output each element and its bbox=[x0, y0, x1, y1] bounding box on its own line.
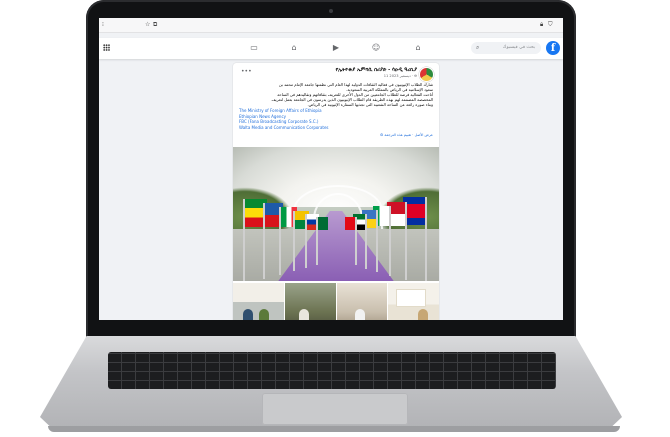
tagged-pages: The Ministry of Foreign Affairs of Ethio… bbox=[239, 108, 329, 130]
search-icon: ⌕ bbox=[476, 44, 480, 51]
see-original-link[interactable]: عرض الأصل · تقييم هذه الترجمة ⚙ bbox=[380, 133, 433, 137]
post-body: شارك الطلاب الإثيوبيون في فعالية الثقافا… bbox=[239, 82, 433, 107]
globe-icon: 🌐︎ bbox=[414, 74, 417, 78]
post-date-text: 11 ديسمبر 2023 · bbox=[383, 74, 415, 78]
keyboard bbox=[108, 352, 556, 389]
home-icon[interactable]: ⌂ bbox=[413, 43, 423, 53]
person-figure bbox=[259, 309, 269, 320]
gaming-icon[interactable]: ▭ bbox=[249, 43, 259, 53]
display-sign bbox=[396, 289, 427, 307]
screen: ⁝ ☆ ⧉ 🔒︎ ⛉ ▭ ⌂ ▶ ☺ ⌂ بحث في فيسبوك ⌕ f •… bbox=[99, 18, 563, 320]
apps-menu-icon[interactable] bbox=[103, 44, 110, 51]
translate-text: عرض الأصل · تقييم هذه الترجمة bbox=[384, 133, 433, 137]
person-figure bbox=[354, 309, 365, 320]
thumbnail-photo[interactable] bbox=[336, 283, 388, 320]
flag-pole bbox=[403, 197, 427, 281]
marketplace-icon[interactable]: ⌂ bbox=[289, 43, 299, 53]
thumbnail-photo[interactable] bbox=[388, 283, 439, 320]
facebook-logo[interactable]: f bbox=[546, 41, 560, 55]
tagged-link[interactable]: FBC (Fana Broadcasting Corporate S.C.) bbox=[239, 119, 329, 125]
flag-pole bbox=[362, 210, 378, 272]
search-placeholder: بحث في فيسبوك bbox=[502, 45, 535, 50]
flag-pole bbox=[373, 206, 391, 276]
post-line: وبناء صورة رائعة عن الساحة الشعبية التي … bbox=[307, 102, 433, 108]
more-options-icon[interactable]: ••• bbox=[241, 68, 252, 75]
search-input[interactable]: بحث في فيسبوك ⌕ bbox=[471, 42, 541, 54]
flag-pole bbox=[293, 211, 309, 271]
flag-pole bbox=[263, 203, 283, 279]
laptop-front-edge bbox=[48, 426, 620, 432]
tabs-icon[interactable]: ⧉ bbox=[153, 21, 157, 29]
thumbnail-photo[interactable] bbox=[233, 283, 284, 320]
person-figure bbox=[418, 309, 429, 320]
page-avatar[interactable] bbox=[419, 67, 434, 82]
thumbnail-photo[interactable] bbox=[284, 283, 336, 320]
tagged-link[interactable]: The Ministry of Foreign Affairs of Ethio… bbox=[239, 108, 329, 114]
menu-icon[interactable]: ⁝ bbox=[102, 21, 104, 29]
flag-pole bbox=[353, 214, 367, 269]
watch-icon[interactable]: ▶ bbox=[331, 43, 341, 53]
flag-pole bbox=[279, 207, 297, 275]
star-icon[interactable]: ☆ bbox=[145, 21, 150, 29]
flag-pole bbox=[305, 214, 319, 268]
person-figure bbox=[298, 309, 309, 320]
flag-pole bbox=[345, 217, 357, 265]
flag-pole bbox=[243, 199, 267, 281]
flag-pole bbox=[387, 202, 407, 280]
post-date[interactable]: 11 ديسمبر 2023 · 🌐︎ bbox=[384, 74, 417, 78]
lock-icon[interactable]: 🔒︎ bbox=[540, 21, 543, 29]
settings-icon: ⚙ bbox=[380, 133, 384, 137]
browser-toolbar: ⁝ ☆ ⧉ 🔒︎ ⛉ bbox=[99, 18, 563, 33]
post-photo[interactable] bbox=[233, 147, 439, 281]
shield-icon[interactable]: ⛉ bbox=[548, 21, 553, 29]
page-name[interactable]: የኢትዮጵያ ኤምባሲ በሪያድ - ሳዑዲ ዓረቢያ bbox=[336, 67, 417, 73]
tagged-link[interactable]: Walta Media and Communication Corporates bbox=[239, 125, 329, 131]
flag-pole bbox=[316, 217, 328, 265]
photo-thumbnails bbox=[233, 283, 439, 320]
camera-icon bbox=[329, 9, 333, 13]
post-card: ••• የኢትዮጵያ ኤምባሲ በሪያድ - ሳዑዲ ዓረቢያ 11 ديسمب… bbox=[233, 63, 439, 320]
facebook-topbar: ▭ ⌂ ▶ ☺ ⌂ بحث في فيسبوك ⌕ f bbox=[99, 38, 563, 59]
groups-icon[interactable]: ☺ bbox=[371, 43, 381, 53]
trackpad bbox=[262, 393, 408, 425]
person-figure bbox=[243, 309, 253, 320]
